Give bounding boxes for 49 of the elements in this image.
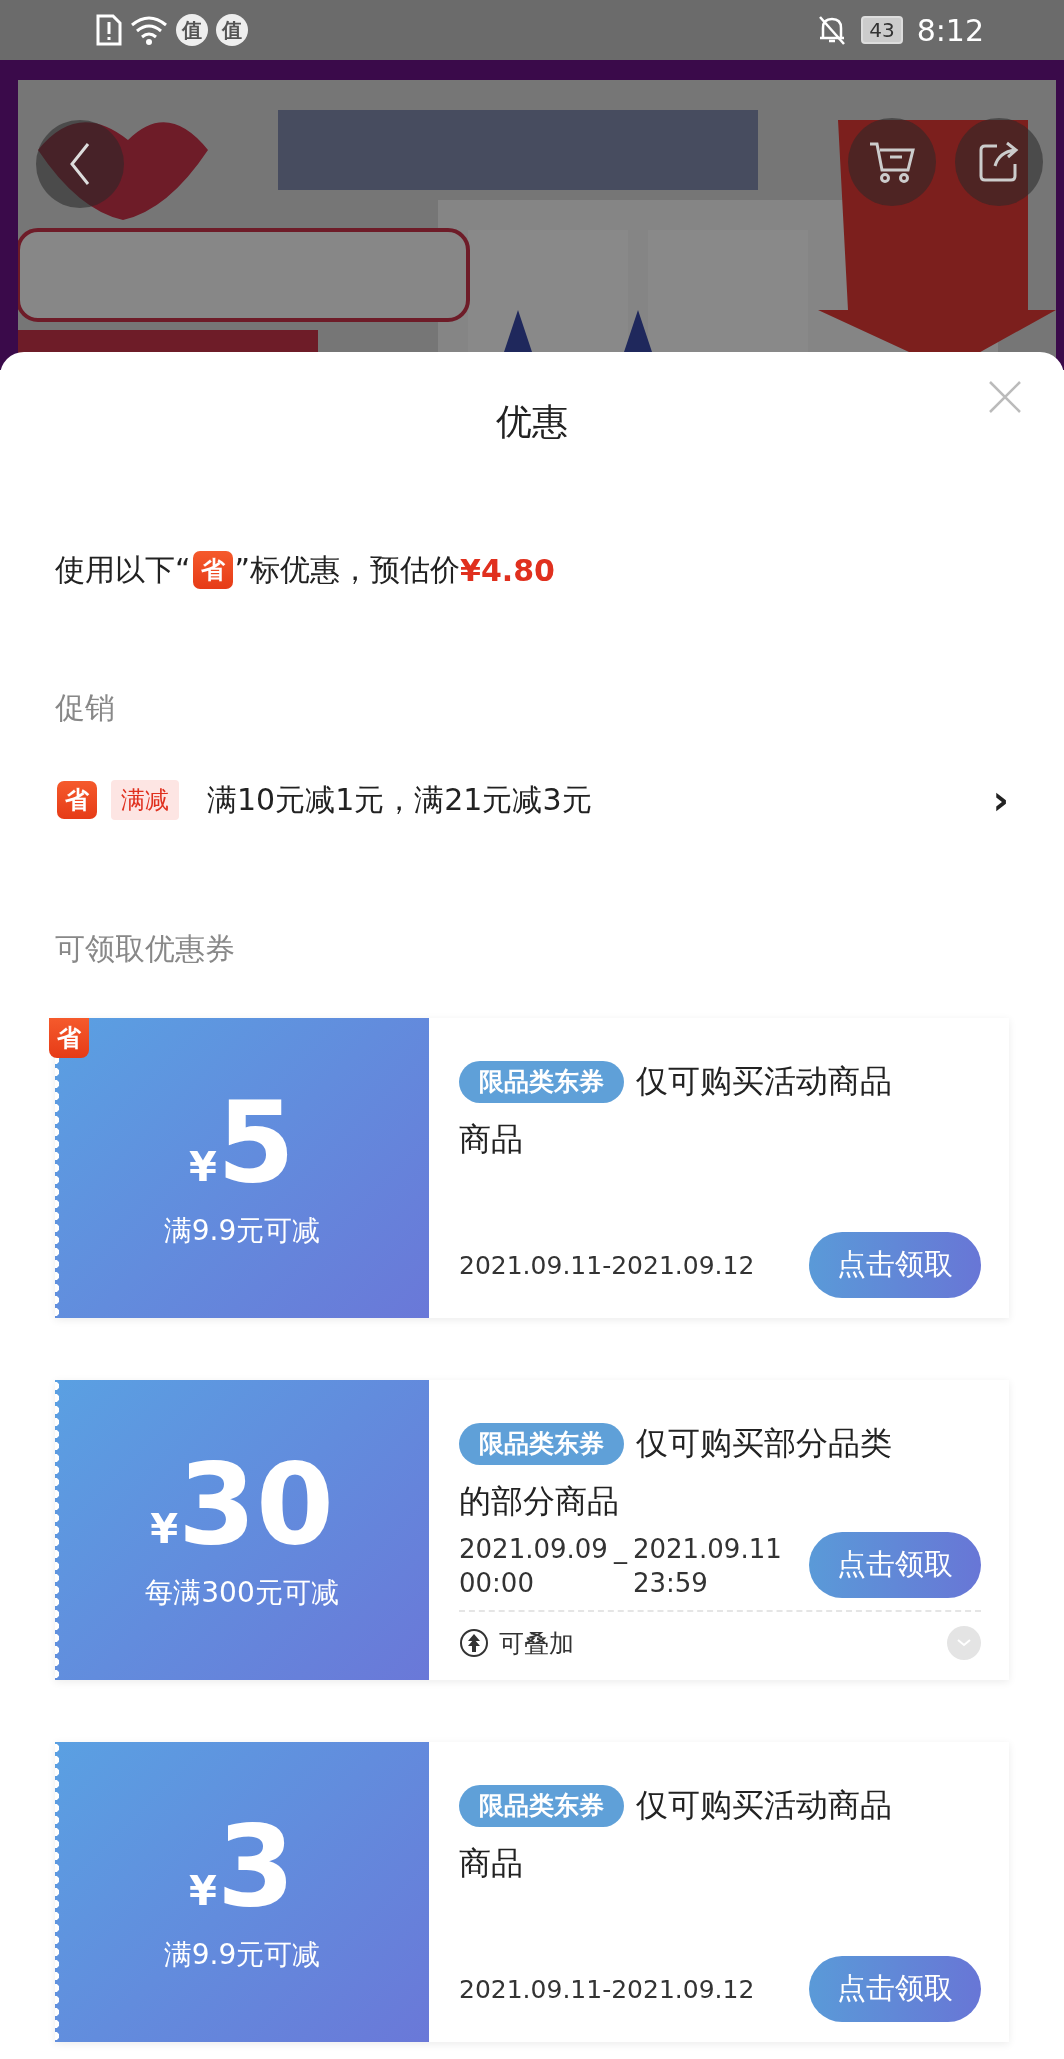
wifi-icon xyxy=(130,15,168,45)
coupon-description: 限品类东券 仅可购买活动商品商品 xyxy=(459,1784,893,1884)
validity-dates: 2021.09.11-2021.09.12 xyxy=(459,1974,755,2004)
chevron-down-icon xyxy=(957,1639,971,1647)
stackable-label: 可叠加 xyxy=(499,1627,574,1660)
estimate-text: ”标优惠，预估价 xyxy=(234,550,461,589)
coupon-condition: 满9.9元可减 xyxy=(163,1213,321,1249)
coupon-amount: 3 xyxy=(216,1810,295,1922)
validity-dates: 2021.09.11-2021.09.12 xyxy=(459,1250,755,1280)
sim-alert-icon xyxy=(96,14,122,46)
currency-symbol: ¥ xyxy=(189,1868,217,1914)
clock: 8:12 xyxy=(916,12,984,48)
chevron-icon: › xyxy=(992,777,1009,823)
claim-button[interactable]: 点击领取 xyxy=(809,1232,981,1298)
promotion-text: 满10元减1元，满21元减3元 xyxy=(207,780,592,819)
estimated-price: ¥4.80 xyxy=(460,552,555,588)
date-separator: _ xyxy=(613,1533,627,1566)
coupon-condition: 每满300元可减 xyxy=(145,1575,339,1611)
coupon-condition: 满9.9元可减 xyxy=(163,1937,321,1973)
end-date: 2021.09.11 xyxy=(632,1533,782,1566)
bell-muted-icon xyxy=(817,14,848,46)
cart-icon xyxy=(868,140,916,184)
share-icon xyxy=(977,140,1021,184)
sheet-title: 优惠 xyxy=(496,399,568,444)
claim-button[interactable]: 点击领取 xyxy=(809,1532,981,1598)
start-time: 00:00 xyxy=(459,1567,535,1600)
close-icon xyxy=(988,379,1022,414)
coupon-amount: 5 xyxy=(216,1086,295,1198)
claim-button[interactable]: 点击领取 xyxy=(809,1956,981,2022)
promotion-tag: 满减 xyxy=(111,780,179,820)
section-heading: 可领取优惠券 xyxy=(55,930,236,968)
start-date: 2021.09.09 xyxy=(459,1533,608,1566)
save-badge: 省 xyxy=(49,1018,89,1058)
coupon-description: 限品类东券 仅可购买活动商品商品 xyxy=(459,1060,893,1160)
save-badge: 省 xyxy=(192,551,233,589)
estimate-text: 使用以下“ xyxy=(55,550,191,589)
coupon-description: 限品类东券 仅可购买部分品类的部分商品 xyxy=(459,1422,893,1522)
stack-icon xyxy=(459,1628,489,1658)
currency-symbol: ¥ xyxy=(189,1144,217,1190)
coupon-amount: 30 xyxy=(178,1448,334,1560)
back-icon xyxy=(68,142,92,186)
notification-icon: 值 xyxy=(216,14,248,46)
currency-symbol: ¥ xyxy=(150,1506,178,1552)
section-heading: 促销 xyxy=(55,689,116,727)
save-badge: 省 xyxy=(57,781,97,819)
end-time: 23:59 xyxy=(632,1567,709,1600)
battery-indicator: 43 xyxy=(861,16,903,44)
notification-icon: 值 xyxy=(176,14,208,46)
promotion-row[interactable]: 省 满减 满10元减1元，满21元减3元 › xyxy=(55,775,1009,825)
